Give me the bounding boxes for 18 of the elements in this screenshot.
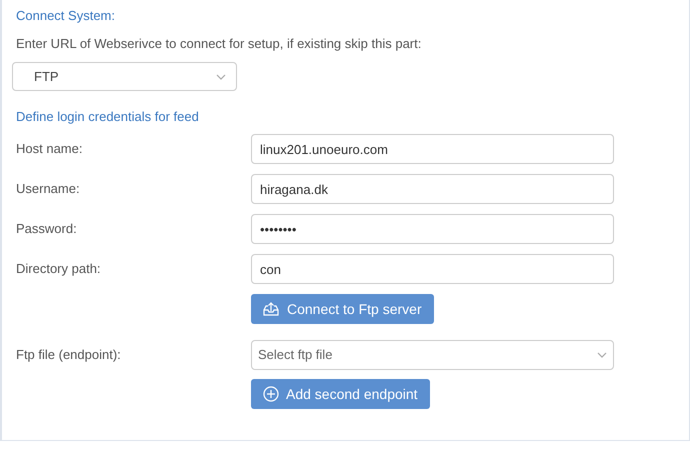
chevron-down-icon	[216, 74, 226, 80]
field-label: Host name:	[16, 140, 84, 158]
ftp-file-select[interactable]: Select ftp file	[251, 340, 614, 370]
field-label: Directory path:	[16, 260, 102, 278]
section-heading: Define login credentials for feed	[16, 108, 200, 126]
description: Enter URL of Webserivce to connect for setup, if existing skip this part:	[16, 35, 422, 53]
section-heading: Connect System:	[16, 7, 116, 25]
input-field[interactable]: con	[251, 254, 614, 284]
field-label: Ftp file (endpoint):	[16, 346, 122, 364]
system-select[interactable]: FTP	[12, 62, 237, 91]
input-field[interactable]: hiragana.dk	[251, 174, 614, 204]
chevron-down-icon	[597, 352, 607, 358]
field-label: Password:	[16, 220, 78, 238]
plus-circle-icon	[263, 386, 279, 402]
field-label: Username:	[16, 180, 81, 198]
tray-upload-icon	[263, 302, 279, 316]
input-field[interactable]: ••••••••	[251, 214, 614, 244]
input-field[interactable]: linux201.unoeuro.com	[251, 134, 614, 164]
